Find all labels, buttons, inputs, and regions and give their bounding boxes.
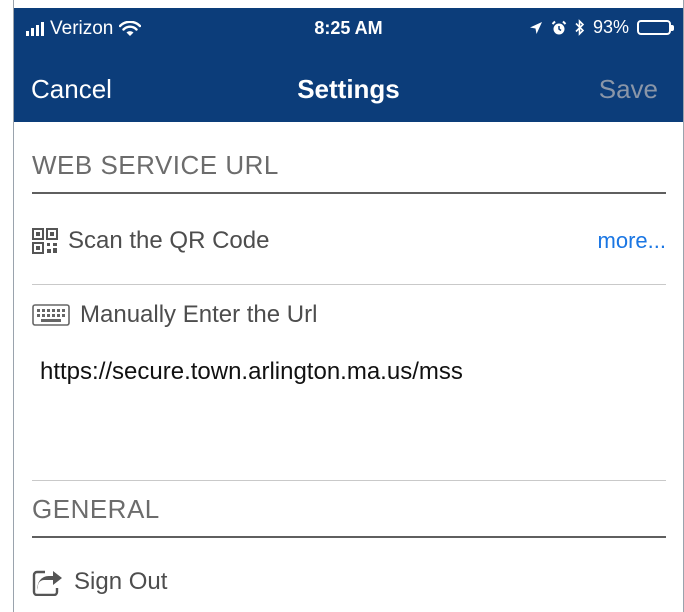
bluetooth-icon <box>575 19 585 36</box>
alarm-clock-icon <box>551 20 567 34</box>
scan-qr-row[interactable]: Scan the QR Code more... <box>32 224 666 258</box>
save-button[interactable]: Save <box>599 74 658 105</box>
keyboard-icon <box>32 304 70 326</box>
section-divider <box>32 192 666 194</box>
web-service-url-header: WEB SERVICE URL <box>32 150 279 180</box>
sign-out-label: Sign Out <box>74 568 168 595</box>
qr-code-icon <box>32 228 58 254</box>
battery-icon <box>637 20 674 35</box>
status-right: 93% <box>529 17 674 38</box>
section-divider <box>32 536 666 538</box>
sign-out-row[interactable]: Sign Out <box>32 565 666 599</box>
row-divider <box>32 284 666 285</box>
location-arrow-icon <box>529 21 542 34</box>
battery-percent: 93% <box>592 17 629 37</box>
share-arrow-icon <box>32 570 62 596</box>
url-input[interactable]: https://secure.town.arlington.ma.us/mss <box>40 358 463 386</box>
app-screen: Verizon 8:25 AM 93% Cancel Settings Save… <box>13 0 684 612</box>
navigation-bar: Verizon 8:25 AM 93% Cancel Settings Save <box>14 8 683 122</box>
general-header: GENERAL <box>32 494 160 524</box>
row-divider <box>32 480 666 481</box>
scan-qr-label: Scan the QR Code <box>68 227 270 254</box>
nav-row: Cancel Settings Save <box>14 48 683 122</box>
manual-url-label: Manually Enter the Url <box>80 301 318 328</box>
status-bar: Verizon 8:25 AM 93% <box>14 8 683 48</box>
page-title: Settings <box>297 74 400 104</box>
manual-url-row: Manually Enter the Url <box>32 298 666 332</box>
more-link[interactable]: more... <box>598 228 666 254</box>
